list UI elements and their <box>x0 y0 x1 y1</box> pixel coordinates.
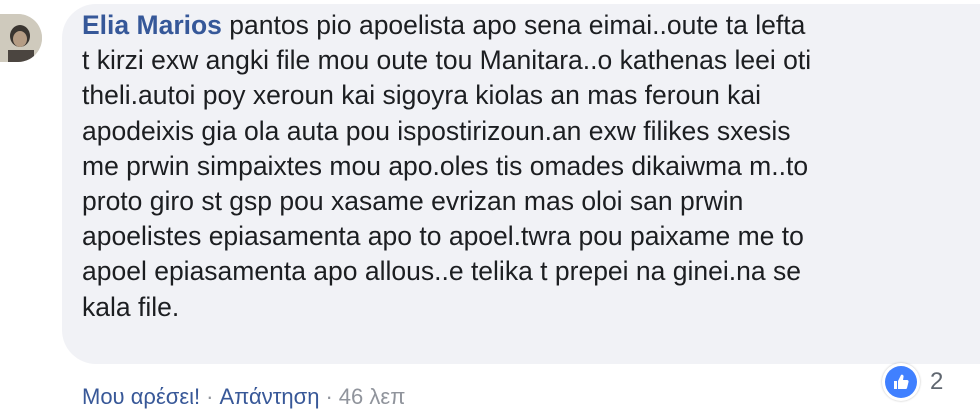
comment-timestamp[interactable]: 46 λεπ <box>339 384 406 409</box>
separator: · <box>325 384 333 409</box>
comment-body: Elia Marios pantos pio apoelista apo sen… <box>82 8 962 325</box>
reaction-count: 2 <box>930 368 944 395</box>
separator: · <box>206 384 214 409</box>
like-link[interactable]: Μου αρέσει! <box>82 384 200 409</box>
comment-text: pantos pio apoelista apo sena eimai..out… <box>82 10 812 322</box>
comment-actions: Μου αρέσει! · Απάντηση · 46 λεπ <box>82 384 405 410</box>
avatar[interactable] <box>0 14 42 62</box>
reaction-summary[interactable]: 2 <box>882 360 943 404</box>
reply-link[interactable]: Απάντηση <box>219 384 319 409</box>
like-icon <box>894 374 909 389</box>
like-reaction-badge <box>882 363 920 401</box>
author-name[interactable]: Elia Marios <box>82 10 222 40</box>
avatar-image <box>0 14 42 62</box>
